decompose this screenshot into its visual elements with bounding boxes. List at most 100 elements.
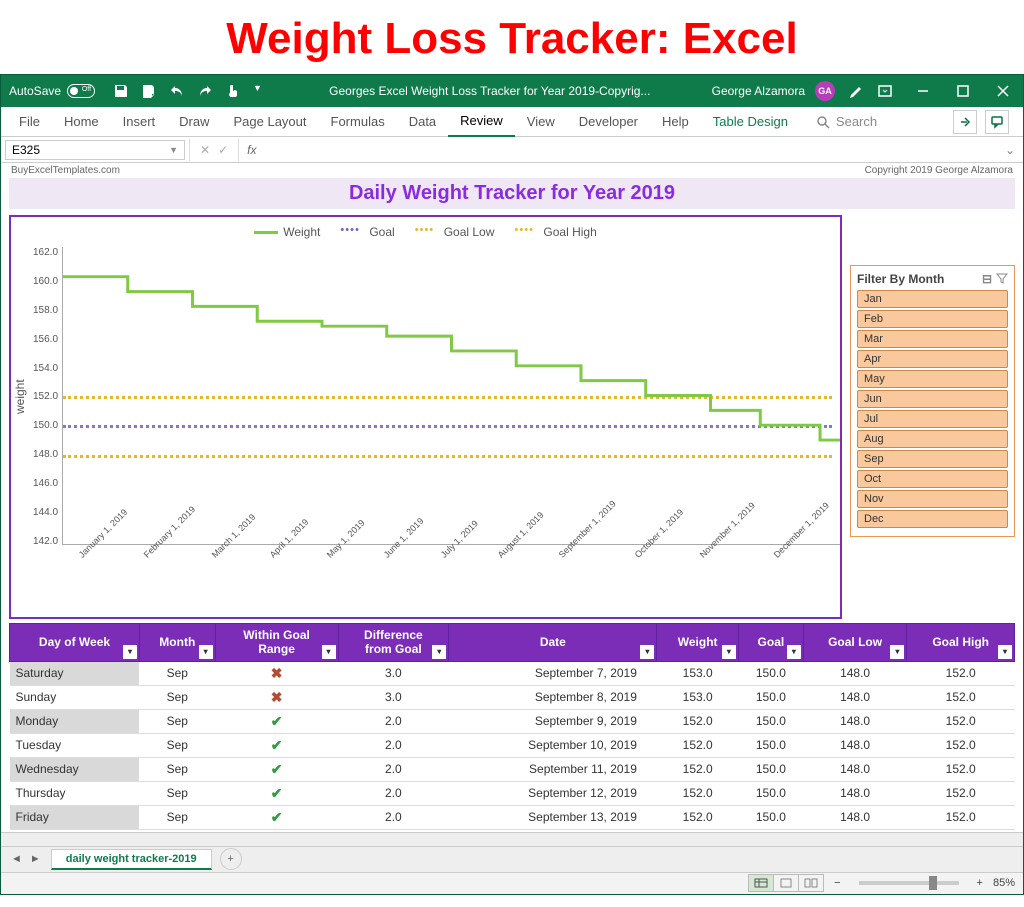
column-header[interactable]: Goal Low▾ <box>803 624 906 662</box>
chart-area[interactable]: Weight Goal Goal Low Goal High weight 16… <box>9 215 842 619</box>
ribbon-mode-icon[interactable] <box>877 83 893 99</box>
table-row[interactable]: ThursdaySep✔2.0September 12, 2019152.015… <box>10 781 1015 805</box>
zoom-slider[interactable] <box>859 881 959 885</box>
quick-access-toolbar: ▼ <box>103 83 272 99</box>
y-axis-ticks: 162.0160.0158.0156.0154.0152.0150.0148.0… <box>29 247 62 547</box>
table-row[interactable]: MondaySep✔2.0September 9, 2019152.0150.0… <box>10 709 1015 733</box>
slicer-item-feb[interactable]: Feb <box>857 310 1008 328</box>
horizontal-scrollbar[interactable] <box>1 832 1023 846</box>
column-header[interactable]: Within Goal Range▾ <box>215 624 338 662</box>
sheet-tabs-bar: ◄ ► daily weight tracker-2019 + <box>1 846 1023 872</box>
tab-view[interactable]: View <box>515 107 567 137</box>
table-row[interactable]: WednesdaySep✔2.0September 11, 2019152.01… <box>10 757 1015 781</box>
prev-sheet-button[interactable]: ◄ <box>11 853 22 865</box>
undo-icon[interactable] <box>169 83 185 99</box>
filter-icon[interactable]: ▾ <box>722 645 736 659</box>
name-box[interactable]: E325 ▼ <box>5 140 185 160</box>
tab-help[interactable]: Help <box>650 107 701 137</box>
tab-table-design[interactable]: Table Design <box>701 107 800 137</box>
active-sheet-tab[interactable]: daily weight tracker-2019 <box>51 849 212 870</box>
filter-icon[interactable]: ▾ <box>998 645 1012 659</box>
table-row[interactable]: SaturdaySep✖3.0September 7, 2019153.0150… <box>10 661 1015 685</box>
autosave-toggle[interactable]: AutoSave Off <box>1 84 103 98</box>
column-header[interactable]: Goal▾ <box>738 624 803 662</box>
slicer-title: Filter By Month <box>857 272 944 286</box>
slicer-item-dec[interactable]: Dec <box>857 510 1008 528</box>
table-row[interactable]: TuesdaySep✔2.0September 10, 2019152.0150… <box>10 733 1015 757</box>
filter-icon[interactable]: ▾ <box>199 645 213 659</box>
excel-window: AutoSave Off ▼ Georges Excel Weight Loss… <box>0 74 1024 895</box>
slicer-item-mar[interactable]: Mar <box>857 330 1008 348</box>
zoom-out-button[interactable]: − <box>834 877 840 889</box>
tab-review[interactable]: Review <box>448 107 515 137</box>
tab-home[interactable]: Home <box>52 107 111 137</box>
tab-insert[interactable]: Insert <box>111 107 168 137</box>
toggle-icon: Off <box>67 84 95 98</box>
pen-icon[interactable] <box>849 83 865 99</box>
slicer-item-may[interactable]: May <box>857 370 1008 388</box>
clear-filter-icon[interactable] <box>996 272 1008 284</box>
tab-formulas[interactable]: Formulas <box>319 107 397 137</box>
add-sheet-button[interactable]: + <box>220 848 242 870</box>
next-sheet-button[interactable]: ► <box>30 853 41 865</box>
table-row[interactable]: FridaySep✔2.0September 13, 2019152.0150.… <box>10 805 1015 829</box>
tab-page-layout[interactable]: Page Layout <box>222 107 319 137</box>
filter-icon[interactable]: ▾ <box>890 645 904 659</box>
touch-mode-icon[interactable] <box>225 83 241 99</box>
formula-bar-row: E325 ▼ ✕ ✓ fx ⌄ <box>1 137 1023 163</box>
slicer-item-sep[interactable]: Sep <box>857 450 1008 468</box>
fx-icon[interactable]: fx <box>239 143 264 157</box>
redo-icon[interactable] <box>197 83 213 99</box>
filter-icon[interactable]: ▾ <box>787 645 801 659</box>
expand-formula-bar-icon[interactable]: ⌄ <box>997 143 1023 157</box>
column-header[interactable]: Month▾ <box>139 624 215 662</box>
column-header[interactable]: Differencefrom Goal▾ <box>338 624 449 662</box>
slicer-item-nov[interactable]: Nov <box>857 490 1008 508</box>
template-source-label: BuyExcelTemplates.com <box>11 165 120 176</box>
tab-draw[interactable]: Draw <box>167 107 221 137</box>
slicer-item-apr[interactable]: Apr <box>857 350 1008 368</box>
close-button[interactable] <box>983 75 1023 107</box>
formula-input[interactable] <box>264 143 996 157</box>
customize-qat-icon[interactable]: ▼ <box>253 83 262 99</box>
slicer-item-jan[interactable]: Jan <box>857 290 1008 308</box>
column-header[interactable]: Goal High▾ <box>907 624 1015 662</box>
slicer-item-jul[interactable]: Jul <box>857 410 1008 428</box>
slicer-item-oct[interactable]: Oct <box>857 470 1008 488</box>
tab-developer[interactable]: Developer <box>567 107 650 137</box>
y-axis-label: weight <box>11 247 29 547</box>
column-header[interactable]: Day of Week▾ <box>10 624 140 662</box>
cancel-formula-icon[interactable]: ✕ <box>200 143 210 157</box>
page-heading: Weight Loss Tracker: Excel <box>0 0 1024 74</box>
slicer-item-aug[interactable]: Aug <box>857 430 1008 448</box>
page-layout-view-button[interactable] <box>773 874 799 892</box>
filter-icon[interactable]: ▾ <box>432 645 446 659</box>
minimize-button[interactable] <box>903 75 943 107</box>
search-box[interactable]: Search <box>816 114 877 129</box>
column-header[interactable]: Weight▾ <box>657 624 739 662</box>
zoom-in-button[interactable]: + <box>977 877 983 889</box>
copyright-label: Copyright 2019 George Alzamora <box>865 165 1013 176</box>
filter-icon[interactable]: ▾ <box>322 645 336 659</box>
column-header[interactable]: Date▾ <box>449 624 657 662</box>
enter-formula-icon[interactable]: ✓ <box>218 143 228 157</box>
share-button[interactable] <box>953 110 977 134</box>
tab-data[interactable]: Data <box>397 107 448 137</box>
worksheet-area: BuyExcelTemplates.com Copyright 2019 Geo… <box>1 163 1023 846</box>
normal-view-button[interactable] <box>748 874 774 892</box>
user-area[interactable]: George Alzamora GA <box>708 81 839 101</box>
filter-icon[interactable]: ▾ <box>640 645 654 659</box>
filter-icon[interactable]: ▾ <box>123 645 137 659</box>
x-axis-ticks: January 1, 2019February 1, 2019March 1, … <box>11 547 840 617</box>
comments-button[interactable] <box>985 110 1009 134</box>
chart-title: Daily Weight Tracker for Year 2019 <box>9 178 1015 209</box>
zoom-level[interactable]: 85% <box>993 877 1015 889</box>
slicer-item-jun[interactable]: Jun <box>857 390 1008 408</box>
save-as-icon[interactable] <box>141 83 157 99</box>
page-break-view-button[interactable] <box>798 874 824 892</box>
multi-select-icon[interactable]: ⊟ <box>982 272 992 286</box>
save-icon[interactable] <box>113 83 129 99</box>
tab-file[interactable]: File <box>7 107 52 137</box>
table-row[interactable]: SundaySep✖3.0September 8, 2019153.0150.0… <box>10 685 1015 709</box>
maximize-button[interactable] <box>943 75 983 107</box>
